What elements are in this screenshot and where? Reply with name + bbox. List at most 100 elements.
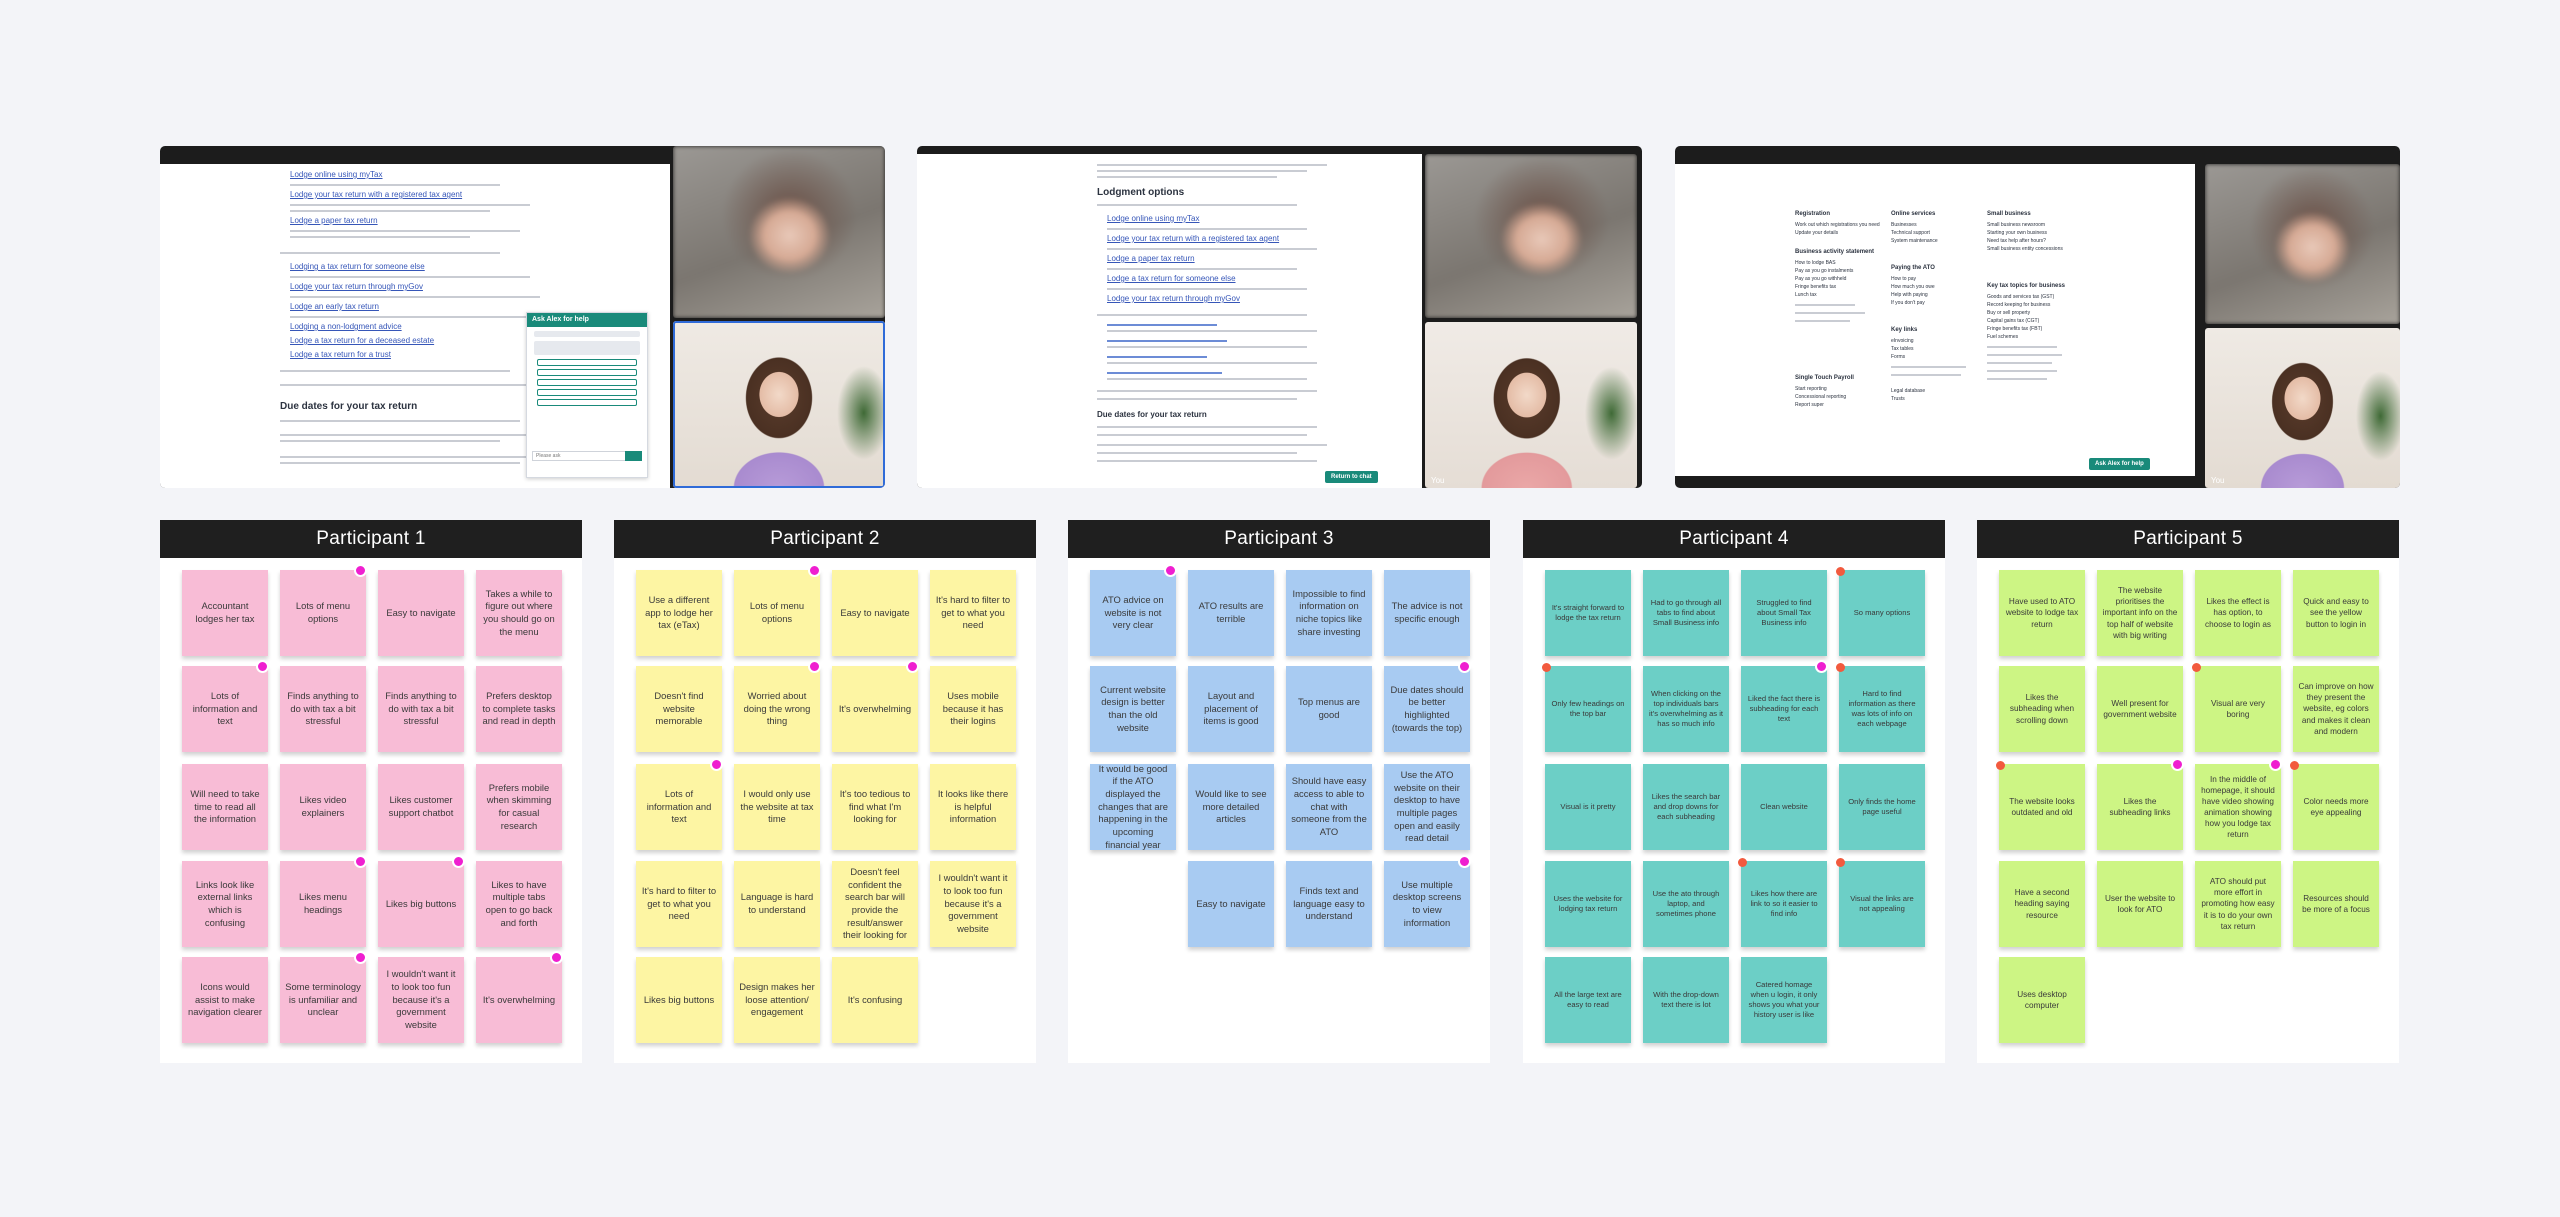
doc-link-line[interactable]	[1107, 340, 1227, 342]
doc-link[interactable]: Lodge online using myTax	[290, 170, 383, 181]
col1-item[interactable]: Update your details	[1795, 230, 1838, 237]
sticky-note[interactable]: Language is hard to understand	[734, 861, 820, 947]
col1-item[interactable]: Work out which registrations you need	[1795, 222, 1880, 229]
sticky-note[interactable]: Have a second heading saying resource	[1999, 861, 2085, 947]
sticky-note[interactable]: Links look like external links which is …	[182, 861, 268, 947]
sticky-note[interactable]: Likes big buttons	[378, 861, 464, 947]
ask-alex-button[interactable]: Ask Alex for help	[2089, 458, 2150, 470]
sticky-note[interactable]: Use the ato through laptop, and sometime…	[1643, 861, 1729, 947]
chat-option[interactable]	[537, 389, 637, 396]
doc-link[interactable]: Lodging a non-lodgment advice	[290, 322, 402, 333]
doc-link[interactable]: Lodge your tax return with a registered …	[1107, 234, 1279, 245]
doc-link[interactable]: Lodge a paper tax return	[290, 216, 378, 227]
sticky-note[interactable]: With the drop-down text there is lot	[1643, 957, 1729, 1043]
col3-item[interactable]: Record keeping for business	[1987, 302, 2050, 309]
sticky-note[interactable]: Finds anything to do with tax a bit stre…	[280, 666, 366, 752]
sticky-note[interactable]: Struggled to find about Small Tax Busine…	[1741, 570, 1827, 656]
col1-item[interactable]: Pay as you go withheld	[1795, 276, 1846, 283]
doc-link[interactable]: Lodge online using myTax	[1107, 214, 1200, 225]
doc-link[interactable]: Lodge your tax return with a registered …	[290, 190, 462, 201]
sticky-note[interactable]: Likes big buttons	[636, 957, 722, 1043]
sticky-note[interactable]: Visual are very boring	[2195, 666, 2281, 752]
sticky-note[interactable]: The website looks outdated and old	[1999, 764, 2085, 850]
sticky-note[interactable]: Current website design is better than th…	[1090, 666, 1176, 752]
sticky-note[interactable]: I wouldn't want it to look too fun becau…	[930, 861, 1016, 947]
col1-item[interactable]: Start reporting	[1795, 386, 1827, 393]
sticky-note[interactable]: Lots of menu options	[734, 570, 820, 656]
sticky-note[interactable]: Prefers mobile when skimming for casual …	[476, 764, 562, 850]
sticky-note[interactable]: It's too tedious to find what I'm lookin…	[832, 764, 918, 850]
sticky-note[interactable]: Had to go through all tabs to find about…	[1643, 570, 1729, 656]
doc-link[interactable]: Lodging a tax return for someone else	[290, 262, 425, 273]
sticky-note[interactable]: Likes to have multiple tabs open to go b…	[476, 861, 562, 947]
col1-item[interactable]: How to lodge BAS	[1795, 260, 1836, 267]
sticky-note[interactable]: Uses desktop computer	[1999, 957, 2085, 1043]
sticky-note[interactable]: It would be good if the ATO displayed th…	[1090, 763, 1176, 850]
sticky-note[interactable]: When clicking on the top individuals bar…	[1643, 666, 1729, 752]
chatbot-window[interactable]: Ask Alex for help Please ask	[526, 312, 648, 478]
sticky-note[interactable]: Likes menu headings	[280, 861, 366, 947]
sticky-note[interactable]: Would like to see more detailed articles	[1188, 764, 1274, 850]
col3-item[interactable]: Need tax help after hours?	[1987, 238, 2046, 245]
col2-item[interactable]: System maintenance	[1891, 238, 1938, 245]
sticky-note[interactable]: Catered homage when u login, it only sho…	[1741, 957, 1827, 1043]
sticky-note[interactable]: Accountant lodges her tax	[182, 570, 268, 656]
col3-item[interactable]: Buy or sell property	[1987, 310, 2030, 317]
col2-item[interactable]: Legal database	[1891, 388, 1925, 395]
chat-option[interactable]	[537, 399, 637, 406]
sticky-note[interactable]: Likes the subheading links	[2097, 764, 2183, 850]
sticky-note[interactable]: Easy to navigate	[1188, 861, 1274, 947]
sticky-note[interactable]: Takes a while to figure out where you sh…	[476, 570, 562, 656]
col2-item[interactable]: Businesses	[1891, 222, 1917, 229]
chat-send-button[interactable]	[625, 451, 642, 461]
col3-item[interactable]: Small business entity concessions	[1987, 246, 2063, 253]
doc-link-line[interactable]	[1107, 356, 1207, 358]
sticky-note[interactable]: Likes the search bar and drop downs for …	[1643, 764, 1729, 850]
sticky-note[interactable]: Quick and easy to see the yellow button …	[2293, 570, 2379, 656]
sticky-note[interactable]: Should have easy access to able to chat …	[1286, 764, 1372, 850]
col2-item[interactable]: How to pay	[1891, 276, 1916, 283]
col3-item[interactable]: Fringe benefits tax (FBT)	[1987, 326, 2042, 333]
sticky-note[interactable]: Doesn't find website memorable	[636, 666, 722, 752]
sticky-note[interactable]: It's hard to filter to get to what you n…	[636, 861, 722, 947]
col2-item[interactable]: Help with paying	[1891, 292, 1928, 299]
sticky-note[interactable]: It's confusing	[832, 957, 918, 1043]
col1-item[interactable]: Fringe benefits tax	[1795, 284, 1836, 291]
sticky-note[interactable]: Use a different app to lodge her tax (eT…	[636, 570, 722, 656]
col2-item[interactable]: How much you owe	[1891, 284, 1935, 291]
col1-item[interactable]: Concessional reporting	[1795, 394, 1846, 401]
sticky-note[interactable]: Due dates should be better highlighted (…	[1384, 666, 1470, 752]
doc-link-line[interactable]	[1107, 324, 1217, 326]
col3-item[interactable]: Goods and services tax (GST)	[1987, 294, 2054, 301]
doc-link[interactable]: Lodge your tax return through myGov	[290, 282, 423, 293]
sticky-note[interactable]: All the large text are easy to read	[1545, 957, 1631, 1043]
sticky-note[interactable]: Likes video explainers	[280, 764, 366, 850]
col2-item[interactable]: eInvoicing	[1891, 338, 1914, 345]
col2-item[interactable]: Forms	[1891, 354, 1905, 361]
sticky-note[interactable]: I wouldn't want it to look too fun becau…	[378, 957, 464, 1043]
sticky-note[interactable]: Only finds the home page useful	[1839, 764, 1925, 850]
col2-item[interactable]: Trusts	[1891, 396, 1905, 403]
chat-option[interactable]	[537, 359, 637, 366]
sticky-note[interactable]: Liked the fact there is subheading for e…	[1741, 666, 1827, 752]
sticky-note[interactable]: Top menus are good	[1286, 666, 1372, 752]
sticky-note[interactable]: Lots of information and text	[182, 666, 268, 752]
col1-item[interactable]: Lunch tax	[1795, 292, 1817, 299]
return-to-chat-button[interactable]: Return to chat	[1325, 471, 1378, 483]
col3-item[interactable]: Small business newsroom	[1987, 222, 2045, 229]
sticky-note[interactable]: Easy to navigate	[832, 570, 918, 656]
sticky-note[interactable]: The website prioritises the important in…	[2097, 570, 2183, 656]
sticky-note[interactable]: Impossible to find information on niche …	[1286, 570, 1372, 656]
sticky-note[interactable]: Some terminology is unfamiliar and uncle…	[280, 957, 366, 1043]
doc-link-line[interactable]	[1107, 372, 1222, 374]
col2-item[interactable]: Technical support	[1891, 230, 1930, 237]
sticky-note[interactable]: Likes how there are link to so it easier…	[1741, 861, 1827, 947]
sticky-note[interactable]: Resources should be more of a focus	[2293, 861, 2379, 947]
sticky-note[interactable]: ATO advice on website is not very clear	[1090, 570, 1176, 656]
doc-link[interactable]: Lodge a tax return for a deceased estate	[290, 336, 434, 347]
sticky-note[interactable]: It's straight forward to lodge the tax r…	[1545, 570, 1631, 656]
doc-link[interactable]: Lodge your tax return through myGov	[1107, 294, 1240, 305]
col2-item[interactable]: If you don't pay	[1891, 300, 1925, 307]
sticky-note[interactable]: Use the ATO website on their desktop to …	[1384, 764, 1470, 850]
sticky-note[interactable]: It looks like there is helpful informati…	[930, 764, 1016, 850]
